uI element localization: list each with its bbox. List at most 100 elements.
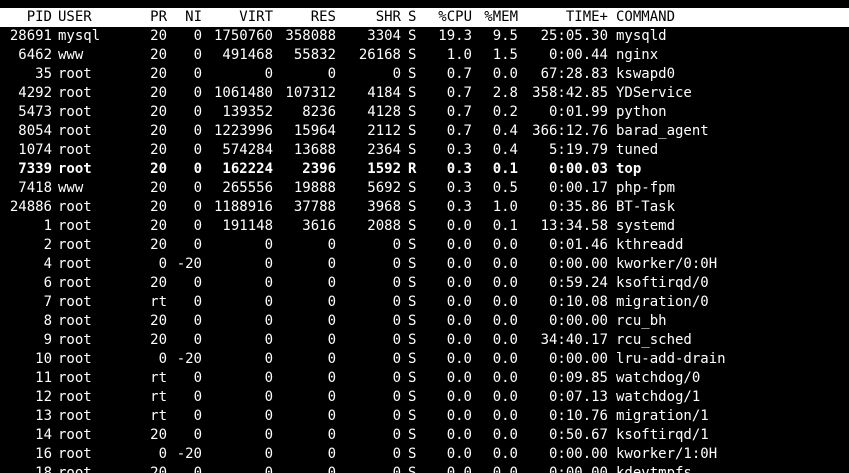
process-virt: 0	[264, 427, 273, 443]
process-virt: 0	[264, 408, 273, 424]
process-virt: 191148	[222, 218, 273, 234]
process-user: root	[58, 370, 92, 386]
process-command: ksoftirqd/0	[616, 275, 709, 291]
process-command: barad_agent	[616, 123, 709, 139]
process-state: S	[408, 218, 417, 234]
process-state: S	[408, 199, 417, 215]
process-command: watchdog/0	[616, 370, 701, 386]
process-shr: 2112	[367, 123, 401, 139]
process-res: 0	[327, 465, 336, 473]
process-row[interactable]: 10 root 0 -20 0 0 0 S 0.0 0.0 0:00.00 lru-add-drain	[0, 350, 849, 369]
process-shr: 0	[392, 66, 401, 82]
process-priority: 20	[150, 313, 167, 329]
process-pid: 4	[43, 256, 52, 272]
process-row[interactable]: 4 root 0 -20 0 0 0 S 0.0 0.0 0:00.00 kworker/0:0H	[0, 255, 849, 274]
process-nice: 0	[193, 104, 202, 120]
process-res: 0	[327, 427, 336, 443]
process-virt: 265556	[222, 180, 273, 196]
process-pid: 14	[35, 427, 52, 443]
process-row[interactable]: 11 root rt 0 0 0 0 S 0.0 0.0 0:09.85 watchdog/0	[0, 369, 849, 388]
process-res: 13688	[293, 142, 336, 158]
process-shr: 0	[392, 408, 401, 424]
process-state: S	[408, 180, 417, 196]
process-row[interactable]: 7339 root 20 0 162224 2396 1592 R 0.3 0.1 0:00.03 t…	[0, 160, 849, 179]
column-header-mem: %MEM	[484, 9, 518, 25]
process-row[interactable]: 24886 root 20 0 1188916 37788 3968 S 0.3 1.0 0:35.…	[0, 198, 849, 217]
process-command: rcu_sched	[616, 332, 692, 348]
process-res: 3616	[302, 218, 336, 234]
process-row[interactable]: 28691 mysql 20 0 1750760 358088 3304 S 19.3 9.5 25…	[0, 27, 849, 46]
process-row[interactable]: 13 root rt 0 0 0 0 S 0.0 0.0 0:10.76 migration/1	[0, 407, 849, 426]
process-command: ksoftirqd/1	[616, 427, 709, 443]
process-nice: 0	[193, 180, 202, 196]
process-row[interactable]: 6 root 20 0 0 0 0 S 0.0 0.0 0:59.24 ksoftirqd/0	[0, 274, 849, 293]
process-command: kworker/0:0H	[616, 256, 718, 272]
process-user: root	[58, 465, 92, 473]
process-nice: 0	[193, 427, 202, 443]
process-mem: 0.5	[492, 180, 518, 196]
process-row[interactable]: 14 root 20 0 0 0 0 S 0.0 0.0 0:50.67 ksoftirqd/1	[0, 426, 849, 445]
terminal-window[interactable]: PID USER PR NI VIRT RES SHR S %CPU %MEM …	[0, 0, 849, 473]
process-row[interactable]: 7 root rt 0 0 0 0 S 0.0 0.0 0:10.08 migration/0	[0, 293, 849, 312]
process-pid: 5473	[18, 104, 52, 120]
process-user: root	[58, 199, 92, 215]
process-row[interactable]: 8054 root 20 0 1223996 15964 2112 S 0.7 0.4 366:12…	[0, 122, 849, 141]
process-time: 5:19.79	[548, 142, 608, 158]
process-priority: 20	[150, 427, 167, 443]
process-row[interactable]: 2 root 20 0 0 0 0 S 0.0 0.0 0:01.46 kthreadd	[0, 236, 849, 255]
process-time: 0:01.46	[548, 237, 608, 253]
process-user: root	[58, 446, 92, 462]
process-row[interactable]: 5473 root 20 0 139352 8236 4128 S 0.7 0.2 0:01.99 p…	[0, 103, 849, 122]
process-row[interactable]: 6462 www 20 0 491468 55832 26168 S 1.0 1.5 0:00.44…	[0, 46, 849, 65]
column-header-time: TIME+	[565, 9, 608, 25]
process-time: 0:09.85	[548, 370, 608, 386]
process-state: S	[408, 142, 417, 158]
process-shr: 5692	[367, 180, 401, 196]
process-pid: 6462	[18, 47, 52, 63]
process-pid: 7339	[18, 161, 52, 177]
process-row[interactable]: 12 root rt 0 0 0 0 S 0.0 0.0 0:07.13 watchdog/1	[0, 388, 849, 407]
process-nice: 0	[193, 199, 202, 215]
process-command: migration/1	[616, 408, 709, 424]
process-row[interactable]: 35 root 20 0 0 0 0 S 0.7 0.0 67:28.83 kswapd0	[0, 65, 849, 84]
process-virt: 1061480	[213, 85, 273, 101]
process-row[interactable]: 16 root 0 -20 0 0 0 S 0.0 0.0 0:00.00 kworker/1:0H	[0, 445, 849, 464]
process-time: 0:00.00	[548, 256, 608, 272]
process-row[interactable]: 4292 root 20 0 1061480 107312 4184 S 0.7 2.8 358:4…	[0, 84, 849, 103]
process-row[interactable]: 7418 www 20 0 265556 19888 5692 S 0.3 0.5 0:00.17 p…	[0, 179, 849, 198]
process-pid: 2	[43, 237, 52, 253]
process-res: 0	[327, 351, 336, 367]
process-cpu: 0.3	[446, 180, 472, 196]
process-state: S	[408, 294, 417, 310]
column-header-virt: VIRT	[239, 9, 273, 25]
process-user: root	[58, 275, 92, 291]
process-shr: 0	[392, 351, 401, 367]
process-cpu: 0.7	[446, 85, 472, 101]
process-row[interactable]: 8 root 20 0 0 0 0 S 0.0 0.0 0:00.00 rcu_bh	[0, 312, 849, 331]
process-row[interactable]: 1 root 20 0 191148 3616 2088 S 0.0 0.1 13:34.58 sys…	[0, 217, 849, 236]
process-mem: 0.1	[492, 161, 518, 177]
process-shr: 2364	[367, 142, 401, 158]
process-cpu: 0.0	[446, 237, 472, 253]
process-state: S	[408, 85, 417, 101]
process-user: root	[58, 256, 92, 272]
process-user: root	[58, 389, 92, 405]
process-priority: rt	[150, 294, 167, 310]
process-virt: 0	[264, 351, 273, 367]
process-mem: 0.0	[492, 465, 518, 473]
process-pid: 28691	[9, 28, 52, 44]
process-row[interactable]: 9 root 20 0 0 0 0 S 0.0 0.0 34:40.17 rcu_sched	[0, 331, 849, 350]
process-state: S	[408, 370, 417, 386]
process-mem: 2.8	[492, 85, 518, 101]
process-virt: 1188916	[213, 199, 273, 215]
process-priority: 20	[150, 237, 167, 253]
column-header-shr: SHR	[375, 9, 401, 25]
process-mem: 1.0	[492, 199, 518, 215]
process-shr: 3968	[367, 199, 401, 215]
process-user: www	[58, 180, 84, 196]
process-row[interactable]: 18 root 20 0 0 0 0 S 0.0 0.0 0:00.00 kdevtmpfs	[0, 464, 849, 473]
process-user: root	[58, 142, 92, 158]
process-res: 0	[327, 313, 336, 329]
process-row[interactable]: 1074 root 20 0 574284 13688 2364 S 0.3 0.4 5:19.79…	[0, 141, 849, 160]
process-nice: 0	[193, 85, 202, 101]
